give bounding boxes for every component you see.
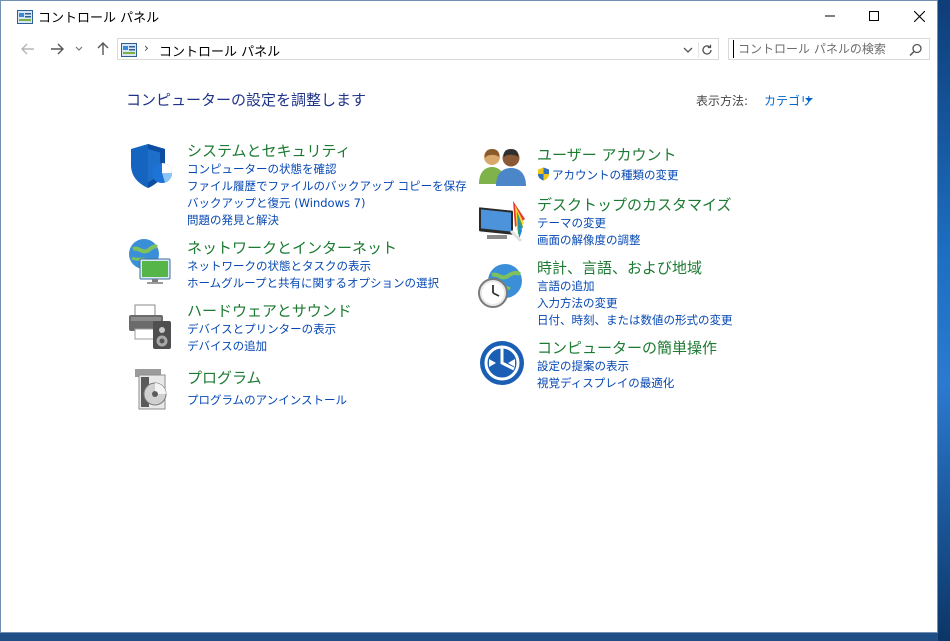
title-bar: コントロール パネル [1, 1, 937, 31]
chevron-down-icon [683, 47, 693, 53]
breadcrumb-separator[interactable]: › [144, 41, 149, 55]
search-box[interactable] [728, 38, 930, 60]
link-change-date-format[interactable]: 日付、時刻、または数値の形式の変更 [537, 312, 733, 328]
link-file-history-backup[interactable]: ファイル履歴でファイルのバックアップ コピーを保存 [187, 178, 467, 194]
link-add-language[interactable]: 言語の追加 [537, 278, 595, 294]
breadcrumb-control-panel[interactable]: コントロール パネル [159, 41, 280, 60]
link-change-account-type-label[interactable]: アカウントの種類の変更 [552, 168, 679, 182]
shield-icon[interactable] [127, 141, 177, 191]
category-clock-language-region[interactable]: 時計、言語、および地域 [537, 257, 702, 278]
category-ease-of-access[interactable]: コンピューターの簡単操作 [537, 337, 717, 358]
back-button[interactable] [18, 39, 38, 59]
link-change-account-type[interactable]: アカウントの種類の変更 [537, 167, 679, 184]
minimize-icon [825, 15, 835, 17]
category-network-internet[interactable]: ネットワークとインターネット [187, 237, 397, 258]
link-network-status-tasks[interactable]: ネットワークの状態とタスクの表示 [187, 258, 371, 274]
link-homegroup-sharing[interactable]: ホームグループと共有に関するオプションの選択 [187, 275, 439, 291]
link-change-input-method[interactable]: 入力方法の変更 [537, 295, 618, 311]
control-panel-icon [17, 9, 33, 24]
search-icon[interactable] [909, 42, 923, 57]
chevron-down-icon[interactable] [805, 98, 813, 102]
forward-arrow-icon [51, 43, 64, 55]
link-uninstall-program[interactable]: プログラムのアンインストール [187, 392, 347, 408]
network-globe-icon[interactable] [127, 237, 177, 287]
link-suggested-settings[interactable]: 設定の提案の表示 [537, 358, 629, 374]
control-panel-icon [121, 42, 137, 57]
minimize-button[interactable] [807, 1, 853, 31]
up-button[interactable] [93, 39, 113, 59]
address-bar[interactable]: › コントロール パネル [117, 38, 719, 60]
uac-shield-icon [537, 167, 550, 184]
link-adjust-resolution[interactable]: 画面の解像度の調整 [537, 232, 641, 248]
up-arrow-icon [97, 42, 109, 55]
navigation-bar: › コントロール パネル [1, 34, 937, 64]
link-add-device[interactable]: デバイスの追加 [187, 338, 267, 354]
close-button[interactable] [896, 1, 942, 31]
category-hardware-sound[interactable]: ハードウェアとサウンド [187, 300, 352, 321]
program-disc-icon[interactable] [131, 367, 181, 417]
close-icon [913, 10, 925, 22]
chevron-down-icon [75, 46, 83, 51]
link-troubleshoot[interactable]: 問題の発見と解決 [187, 212, 279, 228]
printer-speaker-icon[interactable] [127, 301, 177, 351]
category-user-accounts[interactable]: ユーザー アカウント [537, 144, 676, 165]
address-dropdown-button[interactable] [680, 42, 696, 58]
recent-locations-button[interactable] [72, 39, 86, 59]
search-input[interactable] [733, 40, 908, 58]
link-check-computer-status[interactable]: コンピューターの状態を確認 [187, 161, 337, 177]
clock-globe-icon[interactable] [476, 261, 526, 311]
category-system-security[interactable]: システムとセキュリティ [187, 140, 351, 161]
monitor-palette-icon[interactable] [477, 197, 527, 247]
back-arrow-icon [21, 43, 34, 55]
view-by-label: 表示方法: [696, 94, 749, 108]
maximize-icon [869, 11, 879, 21]
maximize-button[interactable] [851, 1, 897, 31]
refresh-icon [702, 44, 712, 55]
category-programs[interactable]: プログラム [187, 367, 262, 388]
link-backup-restore[interactable]: バックアップと復元 (Windows 7) [187, 195, 365, 211]
link-devices-printers[interactable]: デバイスとプリンターの表示 [187, 321, 336, 337]
desktop-background [938, 0, 950, 641]
link-change-theme[interactable]: テーマの変更 [537, 215, 606, 231]
link-optimize-display[interactable]: 視覚ディスプレイの最適化 [537, 375, 674, 391]
ease-of-access-icon[interactable] [479, 340, 529, 390]
window-title: コントロール パネル [38, 11, 160, 26]
page-title: コンピューターの設定を調整します [126, 91, 367, 109]
category-desktop-customization[interactable]: デスクトップのカスタマイズ [537, 194, 732, 215]
control-panel-window: コントロール パネル › コントロール パネル コントロール パネルの検索 コン… [0, 0, 938, 633]
forward-button[interactable] [47, 39, 67, 59]
refresh-button[interactable] [698, 42, 715, 58]
users-icon[interactable] [478, 146, 528, 196]
